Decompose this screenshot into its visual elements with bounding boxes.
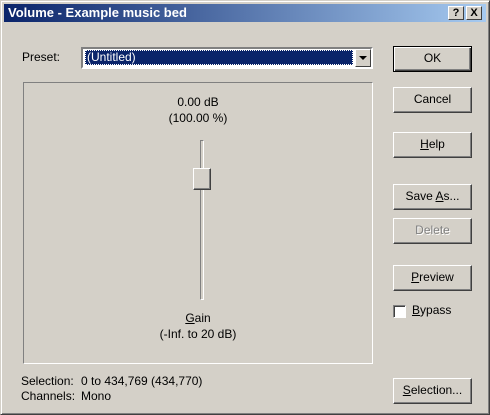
bypass-label[interactable]: Bypass [412, 303, 451, 317]
gain-slider-track[interactable] [200, 140, 204, 300]
channels-value: Mono [81, 389, 112, 403]
gain-db-readout: 0.00 dB [177, 95, 219, 109]
selection-button[interactable]: Selection... [393, 378, 472, 404]
ok-button[interactable]: OK [393, 46, 472, 72]
window-title: Volume - Example music bed [8, 5, 187, 20]
cancel-button[interactable]: Cancel [393, 87, 472, 113]
chevron-down-icon[interactable] [355, 49, 371, 67]
selection-range-value: 0 to 434,769 (434,770) [81, 374, 203, 388]
title-bar[interactable]: Volume - Example music bed ? X [4, 4, 486, 22]
preset-dropdown[interactable]: (Untitled) [81, 47, 373, 69]
help-button[interactable]: Help [393, 132, 472, 158]
close-icon: X [470, 7, 478, 19]
preset-label: Preset: [22, 50, 61, 64]
close-button[interactable]: X [466, 6, 482, 20]
selection-label: Selection: [21, 374, 74, 388]
gain-percent-readout: (100.00 %) [168, 111, 228, 125]
bypass-checkbox[interactable] [393, 305, 406, 318]
gain-label: Gain [185, 311, 211, 325]
channels-label: Channels: [21, 389, 76, 403]
help-title-button[interactable]: ? [448, 6, 464, 20]
gain-slider-thumb[interactable] [193, 168, 211, 190]
volume-dialog: Volume - Example music bed ? X Preset: (… [0, 0, 490, 415]
question-mark-icon: ? [452, 7, 460, 19]
delete-button: Delete [393, 218, 472, 244]
save-as-button[interactable]: Save As... [393, 184, 472, 210]
preset-selected-value: (Untitled) [85, 50, 353, 65]
gain-range-label: (-Inf. to 20 dB) [159, 327, 237, 341]
gain-panel: 0.00 dB (100.00 %) Gain (-Inf. to 20 dB) [23, 82, 373, 364]
preview-button[interactable]: Preview [393, 265, 472, 291]
